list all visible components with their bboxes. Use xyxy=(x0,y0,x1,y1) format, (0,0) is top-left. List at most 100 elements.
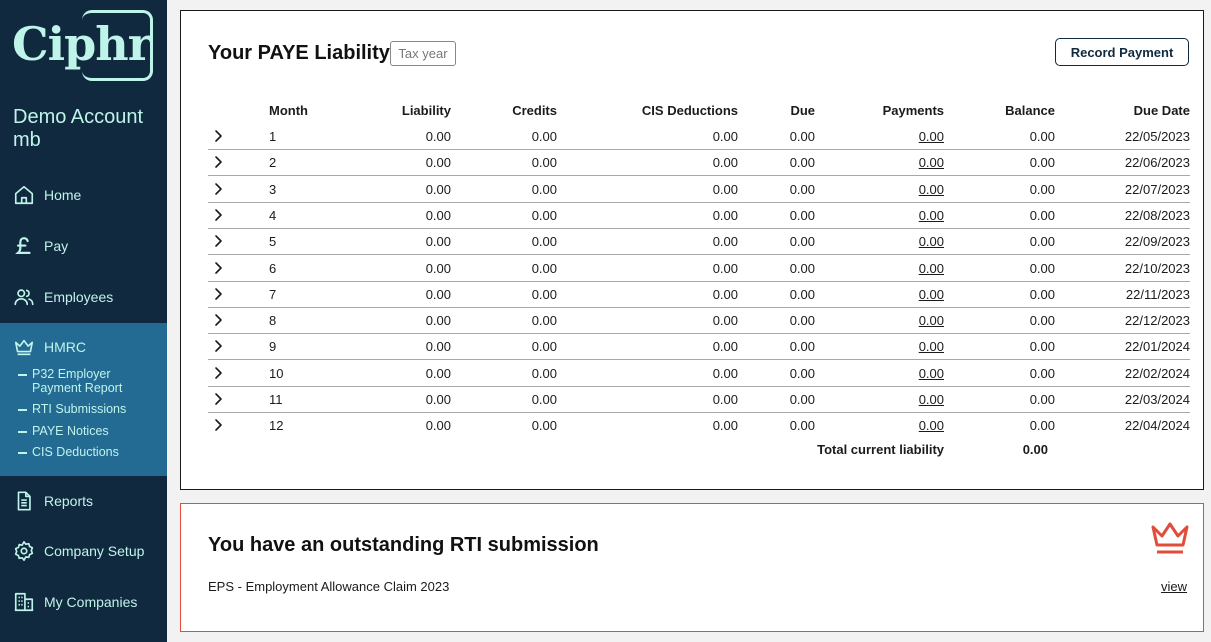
cell-due-date: 22/12/2023 xyxy=(1124,313,1190,329)
cell-month: 11 xyxy=(269,392,283,407)
chevron-right-icon[interactable] xyxy=(211,418,225,432)
payments-link[interactable]: 0.00 xyxy=(858,234,944,249)
cell-liability: 0.00 xyxy=(425,418,451,434)
payments-link[interactable]: 0.00 xyxy=(858,366,944,381)
ciphr-logo[interactable]: Ciphr xyxy=(12,10,153,82)
crown-icon xyxy=(1151,522,1189,554)
cell-due: 0.00 xyxy=(789,339,815,355)
payments-link[interactable]: 0.00 xyxy=(858,287,944,302)
table-row: 8 0.00 0.00 0.00 0.00 0.00 0.00 22/12/2023 xyxy=(208,308,1190,335)
chevron-right-icon[interactable] xyxy=(211,208,225,222)
sidebar-item-company-setup[interactable]: Company Setup xyxy=(0,531,167,571)
cell-month: 5 xyxy=(269,234,277,250)
cell-due-date: 22/09/2023 xyxy=(1124,234,1190,250)
record-payment-button[interactable]: Record Payment xyxy=(1055,38,1189,66)
chevron-right-icon[interactable] xyxy=(211,392,225,406)
sidebar-subitem-label: RTI Submissions xyxy=(32,402,127,416)
column-header-liability: Liability xyxy=(401,103,451,118)
rti-view-link[interactable]: view xyxy=(1161,579,1187,594)
cell-liability: 0.00 xyxy=(425,129,451,144)
sidebar-item-label: Company Setup xyxy=(44,543,145,559)
column-header-due-date: Due Date xyxy=(1133,103,1190,118)
chevron-right-icon[interactable] xyxy=(211,234,225,248)
sidebar-subitem-rti[interactable]: RTI Submissions xyxy=(18,402,126,416)
column-header-balance: Balance xyxy=(1005,103,1055,118)
column-header-payments: Payments xyxy=(882,103,944,118)
cell-due: 0.00 xyxy=(789,313,815,329)
cell-credits: 0.00 xyxy=(531,339,557,355)
table-row: 7 0.00 0.00 0.00 0.00 0.00 0.00 22/11/2023 xyxy=(208,282,1190,308)
sidebar-subitem-cis[interactable]: CIS Deductions xyxy=(18,445,119,459)
cell-month: 6 xyxy=(269,260,277,276)
cell-balance: 0.00 xyxy=(1029,207,1055,223)
cell-credits: 0.00 xyxy=(531,286,557,302)
column-header-month: Month xyxy=(269,103,308,118)
cell-credits: 0.00 xyxy=(531,392,557,407)
chevron-right-icon[interactable] xyxy=(211,261,225,275)
sidebar-item-home[interactable]: Home xyxy=(0,175,167,215)
sidebar-subitem-label: CIS Deductions xyxy=(32,445,119,459)
cell-balance: 0.00 xyxy=(1029,286,1055,302)
cell-liability: 0.00 xyxy=(425,260,451,276)
sidebar: Ciphr Demo Account mb Home Pay Employees… xyxy=(0,0,167,642)
table-footer: Total current liability 0.00 xyxy=(208,442,1190,460)
cell-due-date: 22/11/2023 xyxy=(1125,286,1190,302)
sidebar-subitem-p32[interactable]: P32 Employer Payment Report xyxy=(18,367,142,395)
sidebar-item-my-companies[interactable]: My Companies xyxy=(0,582,167,622)
payments-link[interactable]: 0.00 xyxy=(858,313,944,328)
payments-link[interactable]: 0.00 xyxy=(858,418,944,433)
cell-balance: 0.00 xyxy=(1029,155,1055,171)
payments-link[interactable]: 0.00 xyxy=(858,208,944,223)
cell-liability: 0.00 xyxy=(425,392,451,407)
paye-liability-card: Your PAYE Liability Tax year Record Paym… xyxy=(180,10,1204,490)
cell-month: 3 xyxy=(269,181,277,197)
cell-month: 12 xyxy=(269,418,284,434)
table-row: 2 0.00 0.00 0.00 0.00 0.00 0.00 22/06/2023 xyxy=(208,150,1190,177)
chevron-right-icon[interactable] xyxy=(211,155,225,169)
cell-balance: 0.00 xyxy=(1029,129,1055,144)
cell-cis-deductions: 0.00 xyxy=(712,207,738,223)
cell-due-date: 22/03/2024 xyxy=(1124,392,1190,407)
cell-balance: 0.00 xyxy=(1029,365,1055,381)
cell-liability: 0.00 xyxy=(425,234,451,250)
page-title: Your PAYE Liability xyxy=(208,42,390,64)
sidebar-item-label: My Companies xyxy=(44,594,138,610)
sidebar-subitem-paye-notices[interactable]: PAYE Notices xyxy=(18,424,109,438)
chevron-right-icon[interactable] xyxy=(211,129,225,143)
cell-balance: 0.00 xyxy=(1029,418,1055,434)
cell-month: 7 xyxy=(269,286,277,302)
payments-link[interactable]: 0.00 xyxy=(858,155,944,170)
cell-due: 0.00 xyxy=(789,207,815,223)
payments-link[interactable]: 0.00 xyxy=(858,392,944,407)
total-liability-value: 0.00 xyxy=(1022,442,1048,457)
table-row: 10 0.00 0.00 0.00 0.00 0.00 0.00 22/02/2024 xyxy=(208,361,1190,387)
sidebar-subitem-label: P32 Employer Payment Report xyxy=(32,367,123,395)
rti-submission-description: EPS - Employment Allowance Claim 2023 xyxy=(208,579,450,594)
cell-due-date: 22/04/2024 xyxy=(1124,418,1190,434)
payments-link[interactable]: 0.00 xyxy=(858,339,944,354)
cell-credits: 0.00 xyxy=(531,129,557,144)
chevron-right-icon[interactable] xyxy=(211,366,225,380)
table-row: 11 0.00 0.00 0.00 0.00 0.00 0.00 22/03/2024 xyxy=(208,387,1190,413)
chevron-right-icon[interactable] xyxy=(211,182,225,196)
chevron-right-icon[interactable] xyxy=(211,287,225,301)
crown-icon xyxy=(13,336,35,358)
payments-link[interactable]: 0.00 xyxy=(858,261,944,276)
cell-balance: 0.00 xyxy=(1029,339,1055,355)
cell-month: 1 xyxy=(269,129,277,144)
chevron-right-icon[interactable] xyxy=(211,339,225,353)
cell-liability: 0.00 xyxy=(425,181,451,197)
chevron-right-icon[interactable] xyxy=(211,313,225,327)
cell-due-date: 22/08/2023 xyxy=(1124,207,1190,223)
cell-due: 0.00 xyxy=(789,392,815,407)
sidebar-item-reports[interactable]: Reports xyxy=(0,481,167,521)
cell-due: 0.00 xyxy=(789,234,815,250)
cell-cis-deductions: 0.00 xyxy=(712,365,738,381)
payments-link[interactable]: 0.00 xyxy=(858,129,944,144)
sidebar-item-employees[interactable]: Employees xyxy=(0,277,167,317)
sidebar-item-pay[interactable]: Pay xyxy=(0,226,167,266)
sidebar-item-hmrc[interactable]: HMRC xyxy=(0,327,167,367)
tax-year-select[interactable]: Tax year xyxy=(390,41,456,66)
payments-link[interactable]: 0.00 xyxy=(858,182,944,197)
cell-balance: 0.00 xyxy=(1029,234,1055,250)
